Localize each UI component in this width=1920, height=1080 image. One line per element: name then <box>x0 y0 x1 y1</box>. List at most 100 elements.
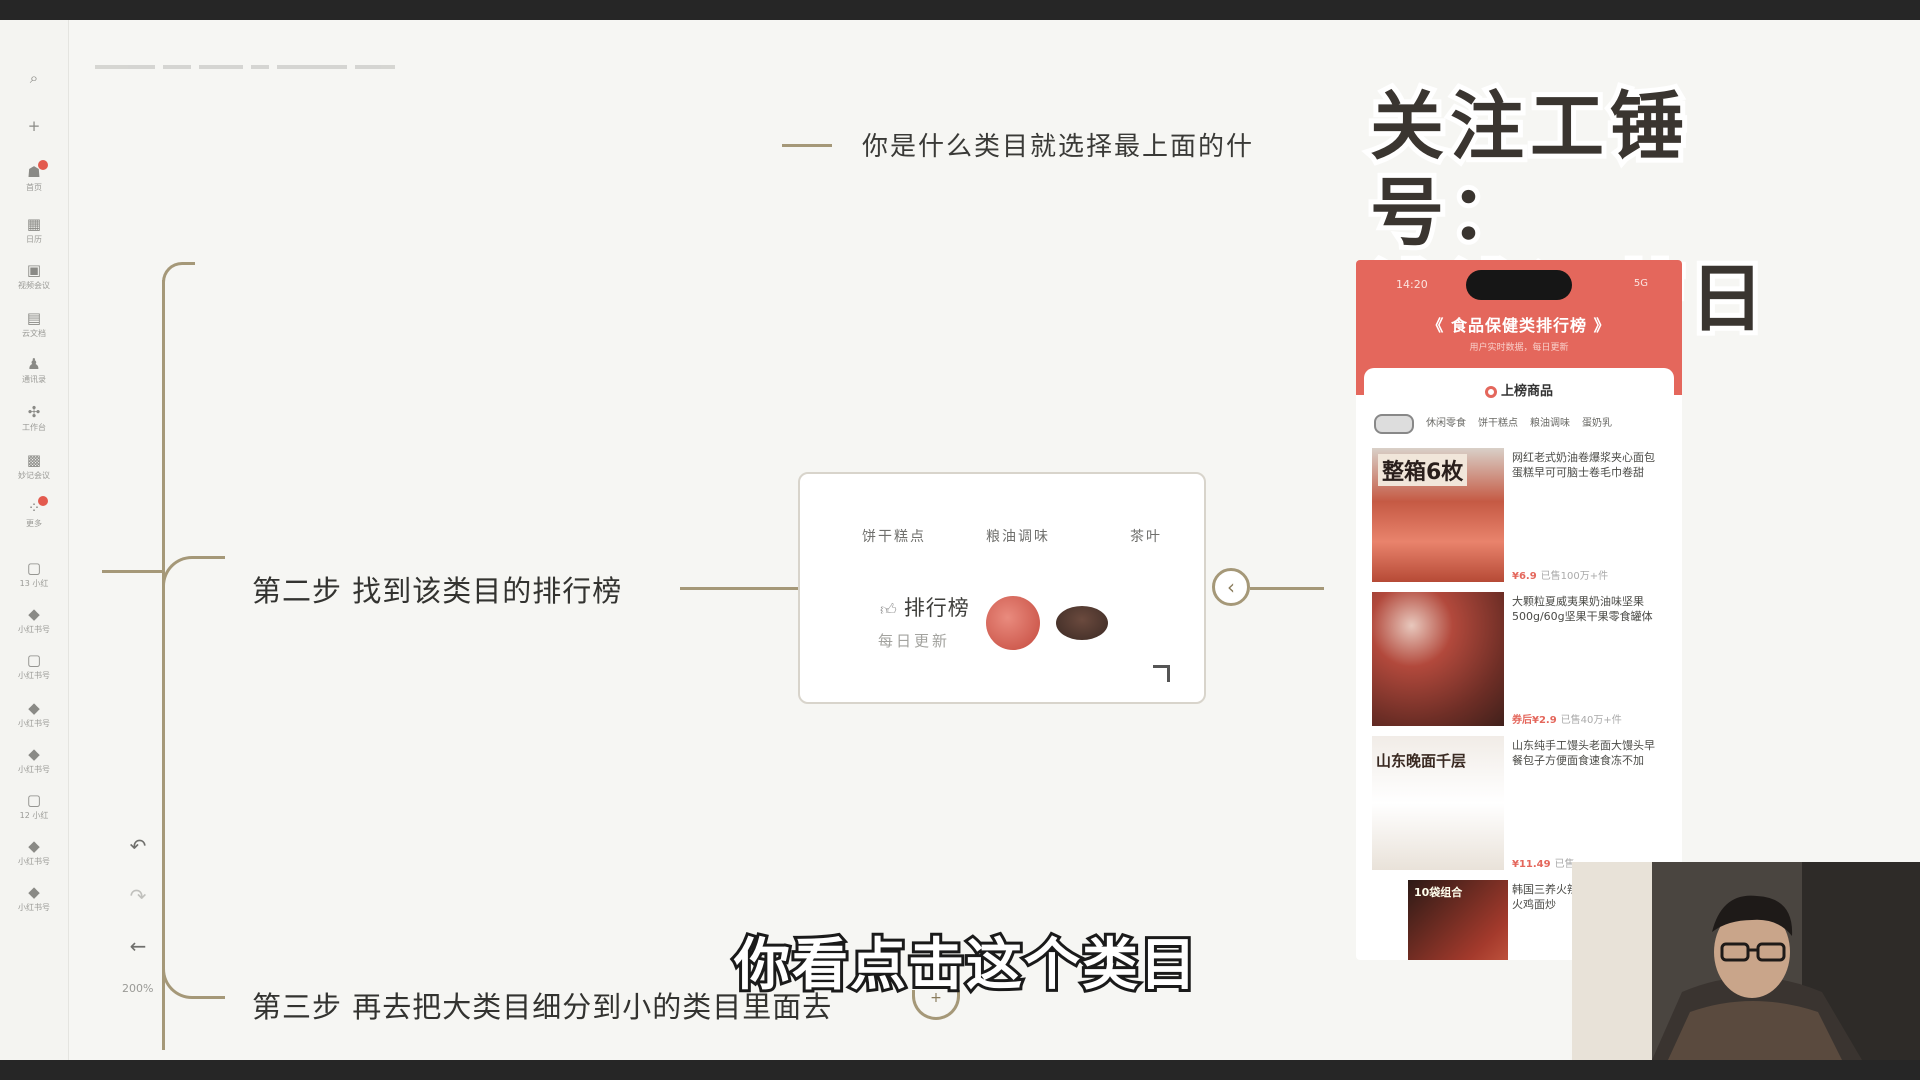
back-button[interactable]: ← <box>126 934 150 958</box>
chat-icon: ◆ <box>28 699 40 717</box>
window-bottom-bar <box>0 1060 1920 1080</box>
connector-step2-card <box>680 587 798 590</box>
sidebar-item[interactable]: + <box>0 117 68 135</box>
phone-subtitle: 用户实时数据，每日更新 <box>1469 343 1569 353</box>
calendar-icon: ▦ <box>26 215 42 233</box>
product-banner: 整箱6枚 <box>1378 454 1468 486</box>
brand-line-1: 关注工锤号： <box>1365 79 1690 261</box>
sidebar-item-label: 通讯录 <box>22 375 46 384</box>
product-price: 券后¥2.9 已售40万+件 <box>1512 715 1622 726</box>
sidebar-item[interactable]: ⁘ 更多 <box>0 496 68 529</box>
sidebar-item-label: 工作台 <box>22 423 46 432</box>
sidebar-item-label: 小红书号 <box>18 765 50 774</box>
sidebar-item-label: 小红书号 <box>18 625 50 634</box>
sidebar-item-label: 13 小红 <box>19 579 49 588</box>
node-top-partial[interactable]: 你是什么类目就选择最上面的什 <box>862 126 1254 163</box>
sidebar-item[interactable]: ▣ 视频会议 <box>0 261 68 291</box>
sidebar-item-label: 小红书号 <box>18 857 50 866</box>
connector-curve-top <box>162 262 195 295</box>
node-step2[interactable]: 第二步 找到该类目的排行榜 <box>252 568 622 610</box>
contacts-icon: ♟ <box>27 355 41 373</box>
category-all-pill <box>1374 414 1414 434</box>
category-tab: 休闲零食 <box>1426 418 1466 429</box>
card-tab-1: 饼干糕点 <box>862 529 926 545</box>
product-image: 10袋组合 <box>1408 880 1508 960</box>
on-list-header: 上榜商品 <box>1364 380 1674 399</box>
sidebar-item[interactable]: ♟ 通讯录 <box>0 355 68 385</box>
chevron-left-icon: ‹ <box>1227 575 1235 599</box>
chat-icon: ▢ <box>26 651 42 669</box>
sidebar-item[interactable]: ◆ 小红书号 <box>0 745 68 775</box>
sidebar-item[interactable]: ◆ 小红书号 <box>0 699 68 729</box>
phone-category-tabs: 休闲零食 饼干糕点 粮油调味 蛋奶乳 <box>1374 414 1674 434</box>
sidebar-item[interactable]: ◆ 小红书号 <box>0 837 68 867</box>
chat-icon: ◆ <box>28 837 40 855</box>
sidebar-item[interactable]: ▢ 12 小红 <box>0 791 68 821</box>
chat-icon: ◆ <box>28 883 40 901</box>
product-price: ¥6.9 已售100万+件 <box>1512 571 1609 582</box>
document-icon: ▤ <box>26 309 42 327</box>
sidebar-item[interactable]: ◆ 小红书号 <box>0 883 68 913</box>
sidebar-item-label: 视频会议 <box>18 281 50 290</box>
chat-icon: ◆ <box>28 745 40 763</box>
sidebar-item-label: 日历 <box>26 235 42 244</box>
phone-screenshot: 14:20 5G 《 食品保健类排行榜 》 用户实时数据，每日更新 上榜商品 休… <box>1356 260 1682 960</box>
card-rank-title: 👍︎ 排行榜 <box>880 592 970 622</box>
chat-icon: ▢ <box>26 559 42 577</box>
phone-notch <box>1466 270 1572 300</box>
product-image: 整箱6枚 <box>1372 448 1504 582</box>
connector-card-right <box>1250 587 1324 590</box>
product-desc: 网红老式奶油卷爆浆夹心面包蛋糕早可可脑士卷毛巾卷甜 <box>1512 451 1655 479</box>
category-tab: 粮油调味 <box>1530 418 1570 429</box>
presenter-video <box>1572 862 1920 1060</box>
sidebar-item-label: 小红书号 <box>18 719 50 728</box>
zoom-level[interactable]: 200% <box>122 982 153 995</box>
sidebar-item[interactable]: ⌕ <box>0 69 68 87</box>
chat-icon: ▢ <box>26 791 42 809</box>
notification-badge <box>38 160 48 170</box>
sidebar-item[interactable]: ▤ 云文档 <box>0 309 68 339</box>
resize-handle-icon[interactable] <box>1153 665 1170 682</box>
product-item: 山东晚面千层 山东纯手工馒头老面大馒头早餐包子方便面食速食冻不加 ¥11.49 已… <box>1372 736 1672 874</box>
rank-title-text: 排行榜 <box>903 596 970 620</box>
connector-trunk <box>162 280 165 1050</box>
plus-icon: + <box>27 117 41 135</box>
phone-time: 14:20 <box>1396 278 1428 291</box>
workspace-icon: ✣ <box>27 403 41 421</box>
sidebar-item[interactable]: ▩ 妙记会议 <box>0 451 68 481</box>
window-top-bar <box>0 0 1920 20</box>
product-desc: 大颗粒夏威夷果奶油味坚果500g/60g坚果干果零食罐体 <box>1512 595 1653 623</box>
sidebar-item-label: 妙记会议 <box>18 471 50 480</box>
sidebar-item[interactable]: ▢ 13 小红 <box>0 559 68 589</box>
card-rank-sub: 每日更新 <box>878 632 951 650</box>
collapse-node-button[interactable]: ‹ <box>1212 568 1250 606</box>
sidebar-item[interactable]: ◆ 小红书号 <box>0 605 68 635</box>
sidebar-item-label: 云文档 <box>22 329 46 338</box>
sidebar-item[interactable]: ✣ 工作台 <box>0 403 68 433</box>
sidebar-item[interactable]: ☗ 首页 <box>0 160 68 193</box>
category-tab: 饼干糕点 <box>1478 418 1518 429</box>
app-icon: ▩ <box>26 451 42 469</box>
on-list-label: 上榜商品 <box>1500 384 1553 399</box>
product-item: 整箱6枚 网红老式奶油卷爆浆夹心面包蛋糕早可可脑士卷毛巾卷甜 ¥6.9 已售100… <box>1372 448 1672 586</box>
product-image <box>1372 592 1504 726</box>
product-price: ¥11.49 已售 <box>1512 859 1575 870</box>
sidebar-item-label: 小红书号 <box>18 903 50 912</box>
sidebar-item-label: 首页 <box>26 183 42 192</box>
sidebar-item[interactable]: ▢ 小红书号 <box>0 651 68 681</box>
product-banner: 山东晚面千层 <box>1376 752 1467 770</box>
food-thumb-dark <box>1056 606 1108 640</box>
image-card-node[interactable]: 饼干糕点 粮油调味 茶叶 👍︎ 排行榜 每日更新 <box>798 472 1206 704</box>
card-tab-3: 茶叶 <box>1130 529 1162 545</box>
phone-signal: 5G <box>1633 278 1648 289</box>
product-image: 山东晚面千层 <box>1372 736 1504 870</box>
notification-badge <box>38 496 48 506</box>
sidebar-item[interactable]: ▦ 日历 <box>0 215 68 245</box>
video-meeting-icon: ▣ <box>26 261 42 279</box>
sidebar-item-label: 更多 <box>26 519 42 528</box>
undo-button[interactable]: ↶ <box>126 834 150 858</box>
redo-button[interactable]: ↷ <box>126 884 150 908</box>
thumbs-up-icon: 👍︎ <box>880 600 904 619</box>
product-banner: 10袋组合 <box>1414 886 1463 899</box>
category-tab: 蛋奶乳 <box>1582 418 1612 429</box>
